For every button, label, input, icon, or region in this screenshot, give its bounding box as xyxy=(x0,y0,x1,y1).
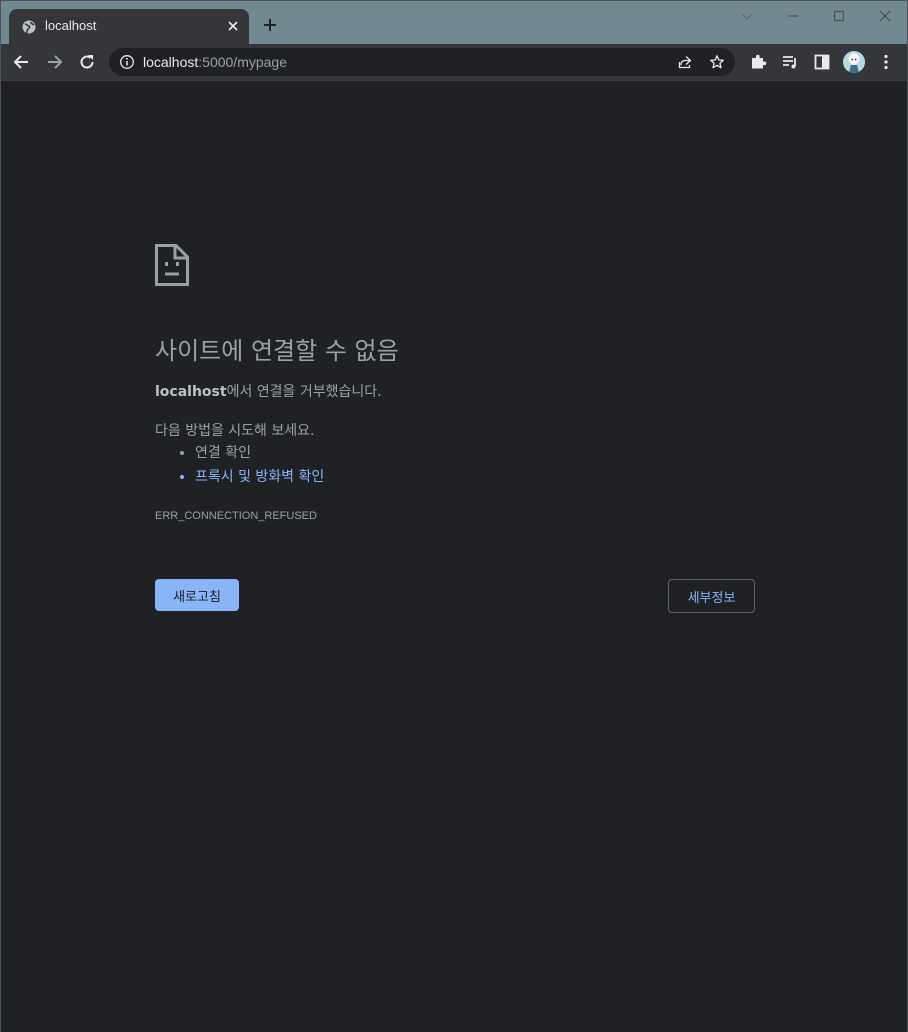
media-queue-icon[interactable] xyxy=(780,52,800,72)
url-text[interactable]: localhost:5000/mypage xyxy=(143,54,287,70)
side-panel-icon[interactable] xyxy=(812,52,832,72)
close-tab-icon[interactable] xyxy=(225,18,241,34)
details-button[interactable]: 세부정보 xyxy=(668,579,755,613)
tab-localhost[interactable]: localhost xyxy=(9,9,249,44)
error-page: 사이트에 연결할 수 없음 localhost에서 연결을 거부했습니다. 다음… xyxy=(1,81,907,1032)
suggestion-check-proxy-firewall-link[interactable]: 프록시 및 방화벽 확인 xyxy=(195,465,324,489)
minimize-icon[interactable] xyxy=(784,7,802,25)
error-host: localhost xyxy=(155,384,227,400)
error-code: ERR_CONNECTION_REFUSED xyxy=(155,510,317,522)
profile-avatar[interactable] xyxy=(843,51,865,73)
kebab-menu-icon[interactable] xyxy=(876,52,896,72)
reload-button[interactable]: 새로고침 xyxy=(155,579,239,611)
avatar-figure xyxy=(849,55,859,73)
tab-strip: localhost xyxy=(1,1,907,44)
reload-icon[interactable] xyxy=(77,52,97,72)
address-bar[interactable]: localhost:5000/mypage xyxy=(109,48,735,76)
close-icon[interactable] xyxy=(876,7,894,25)
page-title: 사이트에 연결할 수 없음 xyxy=(155,337,399,365)
maximize-icon[interactable] xyxy=(830,7,848,25)
toolbar: localhost:5000/mypage xyxy=(1,44,907,81)
url-path: :5000/mypage xyxy=(198,54,287,70)
suggestions-heading: 다음 방법을 시도해 보세요. xyxy=(155,423,315,439)
tab-title: localhost xyxy=(45,18,97,33)
browser-window: localhost localhost:5000/mypage 사이트에 연결할… xyxy=(0,0,908,1032)
error-description: localhost에서 연결을 거부했습니다. xyxy=(155,381,382,401)
puzzle-icon[interactable] xyxy=(748,52,768,72)
url-host: localhost xyxy=(143,54,199,70)
share-icon[interactable] xyxy=(677,54,693,70)
star-icon[interactable] xyxy=(709,54,725,70)
suggestion-check-connection: 연결 확인 xyxy=(195,441,324,465)
suggestions-list: 연결 확인 프록시 및 방화벽 확인 xyxy=(155,441,324,489)
error-description-text: 에서 연결을 거부했습니다. xyxy=(226,384,382,400)
arrow-left-icon[interactable] xyxy=(12,52,32,72)
info-icon[interactable] xyxy=(119,54,135,70)
plus-icon[interactable] xyxy=(260,15,280,35)
arrow-right-icon[interactable] xyxy=(44,52,64,72)
globe-icon xyxy=(22,20,36,34)
tab-search-icon[interactable] xyxy=(738,7,756,25)
sad-page-icon xyxy=(155,244,189,286)
